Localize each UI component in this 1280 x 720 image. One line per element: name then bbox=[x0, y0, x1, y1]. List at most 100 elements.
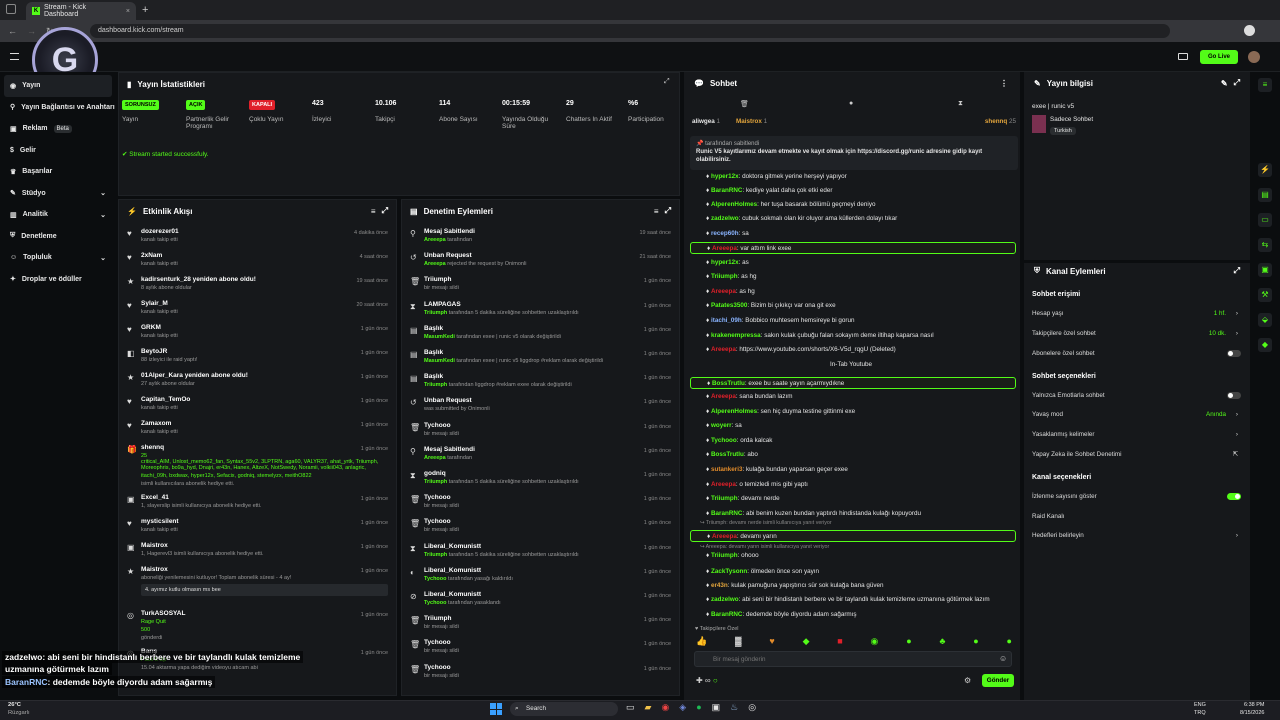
raid-row[interactable]: Raid Kanalı bbox=[1032, 513, 1242, 520]
chat-username[interactable]: woyerr bbox=[711, 422, 732, 429]
popout-icon[interactable]: ⤢ bbox=[382, 206, 388, 216]
emote-icon[interactable]: ● bbox=[1006, 636, 1011, 647]
clock[interactable]: 6:38 PM 8/15/2026 bbox=[1240, 701, 1264, 717]
chat-username[interactable]: Patates3500 bbox=[711, 302, 747, 309]
list-icon[interactable]: ▤ bbox=[1258, 188, 1272, 202]
chat-username[interactable]: ZackTysonn bbox=[711, 568, 747, 575]
popout-icon[interactable]: ⤢ bbox=[665, 206, 671, 216]
chat-username[interactable]: Areeepa bbox=[711, 393, 736, 400]
start-icon[interactable] bbox=[490, 703, 502, 715]
chat-username[interactable]: Areeepa bbox=[711, 481, 736, 488]
chat-username[interactable]: Areeepa bbox=[712, 533, 737, 540]
sidebar-item-achievements[interactable]: ♛ Başarılar bbox=[0, 161, 116, 183]
chat-username[interactable]: zadzelwo bbox=[711, 596, 739, 603]
emote-icon[interactable]: ● bbox=[906, 636, 911, 647]
spotify-icon[interactable]: ● bbox=[696, 702, 701, 713]
chat-bubble-icon[interactable]: ● bbox=[849, 100, 853, 107]
settings-icon[interactable]: ⚙ bbox=[964, 676, 971, 685]
filter-icon[interactable]: ≡ bbox=[371, 207, 376, 216]
weather-widget[interactable]: 26°C Rüzgarlı bbox=[8, 701, 30, 717]
chat-username[interactable]: Triiumph bbox=[711, 495, 738, 502]
new-tab-button[interactable]: + bbox=[142, 4, 148, 16]
sidebar-item-stream[interactable]: ◉ Yayın bbox=[4, 75, 112, 97]
trash-icon[interactable]: 🗑 bbox=[740, 100, 749, 108]
popout-icon[interactable]: ⤢ bbox=[1234, 266, 1240, 276]
emoji-icon[interactable]: ☺ bbox=[999, 654, 1007, 663]
chat-username[interactable]: krakenempressa bbox=[711, 332, 761, 339]
edit-icon[interactable]: ✎ bbox=[1221, 79, 1228, 88]
chat-username[interactable]: BaranRNC bbox=[711, 187, 743, 194]
account-age-row[interactable]: Hesap yaşı 1 hf. › bbox=[1032, 310, 1242, 317]
file-explorer-icon[interactable]: ▰ bbox=[645, 702, 652, 713]
chat-username[interactable]: Areeepa bbox=[712, 245, 737, 252]
chat-username[interactable]: AlperenHolmes bbox=[711, 201, 757, 208]
terminal-icon[interactable]: ▣ bbox=[712, 702, 721, 713]
discord-icon[interactable]: ◈ bbox=[679, 702, 686, 713]
input-language[interactable]: ENG TRQ bbox=[1194, 701, 1206, 717]
slow-mode-row[interactable]: Yavaş mod Anında › bbox=[1032, 411, 1242, 418]
filter-icon[interactable]: ≡ bbox=[654, 207, 659, 216]
chat-username[interactable]: Areeepa bbox=[711, 288, 736, 295]
gift-icon[interactable]: ◆ bbox=[1258, 338, 1272, 352]
sub-only-toggle[interactable] bbox=[1227, 350, 1241, 357]
task-view-icon[interactable]: ▭ bbox=[626, 702, 635, 713]
mod-actor[interactable]: Triiumph bbox=[424, 552, 447, 558]
go-live-button[interactable]: Go Live bbox=[1200, 50, 1238, 64]
emote-icon[interactable]: ♥ bbox=[769, 636, 774, 647]
sidebar-item-drops[interactable]: ✦ Droplar ve ödüller bbox=[0, 269, 116, 291]
chat-username[interactable]: hyper12x bbox=[711, 173, 739, 180]
chat-username[interactable]: Areeepa bbox=[711, 346, 736, 353]
chat-username[interactable]: AlperenHolmes bbox=[711, 408, 757, 415]
mod-actor[interactable]: Tychooo bbox=[424, 576, 447, 582]
emote-icon[interactable]: ◉ bbox=[871, 636, 879, 647]
mod-actor[interactable]: MasumKedi bbox=[424, 358, 455, 364]
emote-only-toggle[interactable] bbox=[1227, 392, 1241, 399]
timer-icon[interactable]: ⧗ bbox=[958, 100, 963, 108]
forward-icon[interactable]: → bbox=[27, 26, 36, 36]
mod-actor[interactable]: Areeepa bbox=[424, 237, 446, 243]
chat-username[interactable]: er43n bbox=[711, 582, 728, 589]
chat-username[interactable]: BossTrutlu bbox=[711, 451, 744, 458]
sidebar-item-community[interactable]: ☺ Topluluk ⌄ bbox=[0, 247, 116, 269]
chat-username[interactable]: itachi_09h bbox=[711, 317, 742, 324]
more-icon[interactable]: ⋮ bbox=[1000, 79, 1008, 88]
emote-icon[interactable]: ▓ bbox=[735, 636, 742, 647]
user-avatar[interactable] bbox=[1248, 51, 1260, 63]
mod-actor[interactable]: Triiumph bbox=[424, 310, 447, 316]
chat-icon[interactable]: ▭ bbox=[1258, 213, 1272, 227]
chrome-icon[interactable]: ◉ bbox=[661, 702, 669, 713]
send-button[interactable]: Gönder bbox=[982, 674, 1014, 687]
chat-username[interactable]: BossTrutlu bbox=[712, 380, 745, 387]
banned-words-row[interactable]: Yasaklanmış kelimeler › bbox=[1032, 431, 1242, 438]
emote-icon[interactable]: 👍 bbox=[696, 636, 707, 647]
popout-icon[interactable]: ⤢ bbox=[1234, 78, 1240, 88]
emote-icon[interactable]: ■ bbox=[837, 636, 842, 647]
mod-actor[interactable]: Areeepa bbox=[424, 455, 446, 461]
emote-icon[interactable]: ● bbox=[973, 636, 978, 647]
chat-input[interactable] bbox=[694, 651, 1012, 667]
menu-icon[interactable]: ≡ bbox=[1258, 78, 1272, 92]
chat-username[interactable]: Tychooo bbox=[711, 437, 737, 444]
chat-username[interactable]: recep60h bbox=[711, 230, 739, 237]
theater-mode-icon[interactable] bbox=[1178, 53, 1188, 60]
browser-menu-icon[interactable] bbox=[6, 4, 16, 14]
tab-close-icon[interactable]: × bbox=[126, 8, 130, 15]
mod-actor[interactable]: Triiumph bbox=[424, 479, 447, 485]
back-icon[interactable]: ← bbox=[8, 26, 17, 36]
sidebar-item-moderation[interactable]: ⛨ Denetleme bbox=[0, 226, 116, 248]
url-field[interactable]: dashboard.kick.com/stream bbox=[90, 24, 1170, 38]
obs-icon[interactable]: ◎ bbox=[748, 702, 756, 713]
mod-actor[interactable]: Tychooo bbox=[424, 600, 447, 606]
sidebar-item-ads[interactable]: ▣ Reklam Beta bbox=[0, 118, 116, 140]
drop-icon[interactable]: ⬙ bbox=[1258, 313, 1272, 327]
chat-username[interactable]: zadzelwo bbox=[711, 215, 739, 222]
chat-username[interactable]: BaranRNC bbox=[711, 611, 743, 618]
taskbar-search[interactable]: ⌕ Search bbox=[510, 702, 618, 716]
moderation-icon[interactable]: ⇆ bbox=[1258, 238, 1272, 252]
sidebar-item-analytics[interactable]: ▥ Analitik ⌄ bbox=[0, 204, 116, 226]
chat-username[interactable]: Triiumph bbox=[711, 273, 738, 280]
chat-username[interactable]: hyper12x bbox=[711, 259, 739, 266]
tools-icon[interactable]: ⚒ bbox=[1258, 288, 1272, 302]
viewer-count-toggle[interactable] bbox=[1227, 493, 1241, 500]
goals-row[interactable]: Hedefleri belirleyin › bbox=[1032, 532, 1242, 539]
